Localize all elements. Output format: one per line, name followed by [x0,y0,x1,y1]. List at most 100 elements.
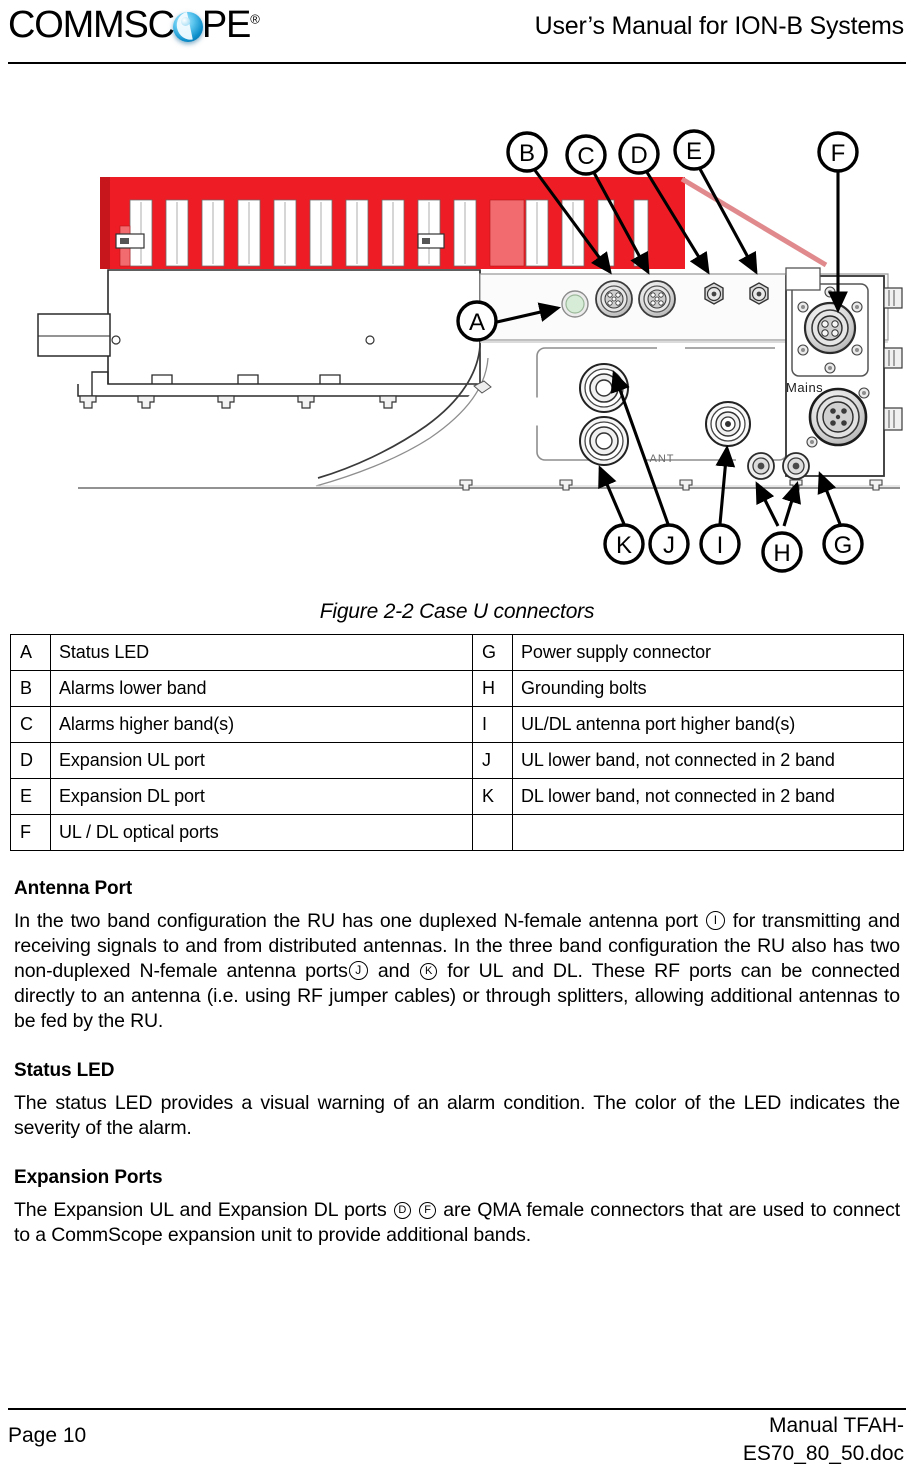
row-key-2: J [472,742,513,779]
row-value-2: Power supply connector [512,634,904,671]
ref-j-icon: J [348,961,368,980]
callout-D: D [618,133,660,175]
mounting-feet [79,395,397,409]
callout-C: C [565,134,607,176]
dl-lower-band-port [579,416,629,466]
row-value-2: DL lower band, not connected in 2 band [512,778,904,815]
callout-H: H [761,531,803,573]
svg-text:D: D [630,142,647,169]
callout-G: G [822,523,864,565]
callout-A: A [456,300,498,342]
row-value: Expansion DL port [50,778,473,815]
ref-i-icon: I [705,911,725,930]
svg-text:I: I [717,532,724,559]
footer-document-name: Manual TFAH- ES70_80_50.doc [574,1412,904,1468]
heatsink-assembly [100,176,828,269]
row-value: Expansion UL port [50,742,473,779]
row-value: Alarms higher band(s) [50,706,473,743]
ul-dl-antenna-port-higher-band [705,401,751,447]
ref-k-icon: K [420,963,438,980]
antenna-text-3: and [377,960,410,982]
antenna-text-1: In the two band configuration the RU has… [14,910,698,932]
row-key: D [10,742,51,779]
svg-text:F: F [831,140,846,167]
svg-text:E: E [686,138,702,165]
row-key: B [10,670,51,707]
callout-E: E [673,129,715,171]
row-value: UL / DL optical ports [50,814,473,851]
footer-doc-line-2: ES70_80_50.doc [742,1442,904,1465]
commscope-logo: COMMSC PE® [8,4,260,46]
mains-label: Mains [786,380,823,395]
row-value-2: UL/DL antenna port higher band(s) [512,706,904,743]
row-key: E [10,778,51,815]
table-row: F UL / DL optical ports [10,814,904,851]
header-divider [8,62,906,64]
footer-doc-line-1: Manual TFAH- [769,1414,904,1437]
callout-J: J [648,523,690,565]
ant-label: ANT [650,453,675,465]
right-end-panel: Mains [785,267,903,477]
row-value-2: UL lower band, not connected in 2 band [512,742,904,779]
figure-case-u-connectors: ANT Mains A B C D E F G H I J K [0,96,914,596]
row-key-2: H [472,670,513,707]
table-row: E Expansion DL port K DL lower band, not… [10,778,904,815]
antenna-port-heading: Antenna Port [14,878,133,899]
status-led-paragraph: The status LED provides a visual warning… [14,1092,900,1139]
antenna-panel: ANT [536,347,788,466]
status-led-connector [561,290,589,318]
svg-text:A: A [469,309,485,336]
expansion-dl-port [749,282,769,305]
figure-caption: Figure 2-2 Case U connectors [319,600,595,623]
row-key: F [10,814,51,851]
svg-text:H: H [773,540,790,567]
callout-K: K [603,523,645,565]
header-title: User’s Manual for ION-B Systems [534,12,905,40]
table-body: A Status LED G Power supply connector B … [10,634,904,851]
article-content: Antenna Port In the two band configurati… [14,878,900,1248]
callout-I: I [699,523,741,565]
leader-H1 [755,481,780,527]
svg-text:J: J [663,532,675,559]
ref-d-icon: D [393,1202,411,1219]
registered-trademark-icon: ® [250,11,260,27]
row-value: Alarms lower band [50,670,473,707]
callout-F: F [817,131,859,173]
antenna-port-paragraph: In the two band configuration the RU has… [14,909,900,1034]
status-led-heading: Status LED [14,1060,115,1081]
page-header: COMMSC PE® User’s Manual for ION-B System… [0,0,914,66]
svg-text:G: G [834,532,853,559]
svg-text:C: C [577,143,594,170]
table-row: C Alarms higher band(s) I UL/DL antenna … [10,706,904,743]
leader-H2 [782,481,801,527]
svg-text:B: B [519,140,535,167]
row-key: C [10,706,51,743]
row-key-2: K [472,778,513,815]
ref-f-icon: F [419,1202,437,1219]
table-row: A Status LED G Power supply connector [10,634,904,671]
table-row: D Expansion UL port J UL lower band, not… [10,742,904,779]
svg-text:K: K [616,532,632,559]
row-value-2 [512,814,904,851]
table-row: B Alarms lower band H Grounding bolts [10,670,904,707]
footer-page-number: Page 10 [8,1424,87,1447]
row-key: A [10,634,51,671]
alarm-connector-higher-band [638,280,676,318]
expansion-ports-paragraph: The Expansion UL and Expansion DL ports … [14,1198,900,1248]
row-key-2: G [472,634,513,671]
row-key-2: I [472,706,513,743]
callout-B: B [506,131,548,173]
row-key-2 [472,814,513,851]
expansion-ul-port [704,282,724,305]
row-value: Status LED [50,634,473,671]
alarm-connector-lower-band [595,280,633,318]
commscope-globe-icon [172,12,203,42]
expansion-text-1: The Expansion UL and Expansion DL ports [14,1199,387,1221]
logo-text-before: COMMSC [8,4,175,46]
logo-text-after: PE [201,4,252,46]
expansion-ports-heading: Expansion Ports [14,1167,163,1188]
connector-legend-table: A Status LED G Power supply connector B … [10,634,904,851]
footer-divider [8,1408,906,1410]
logo-wordmark: COMMSC PE® [8,6,260,44]
row-value-2: Grounding bolts [512,670,904,707]
